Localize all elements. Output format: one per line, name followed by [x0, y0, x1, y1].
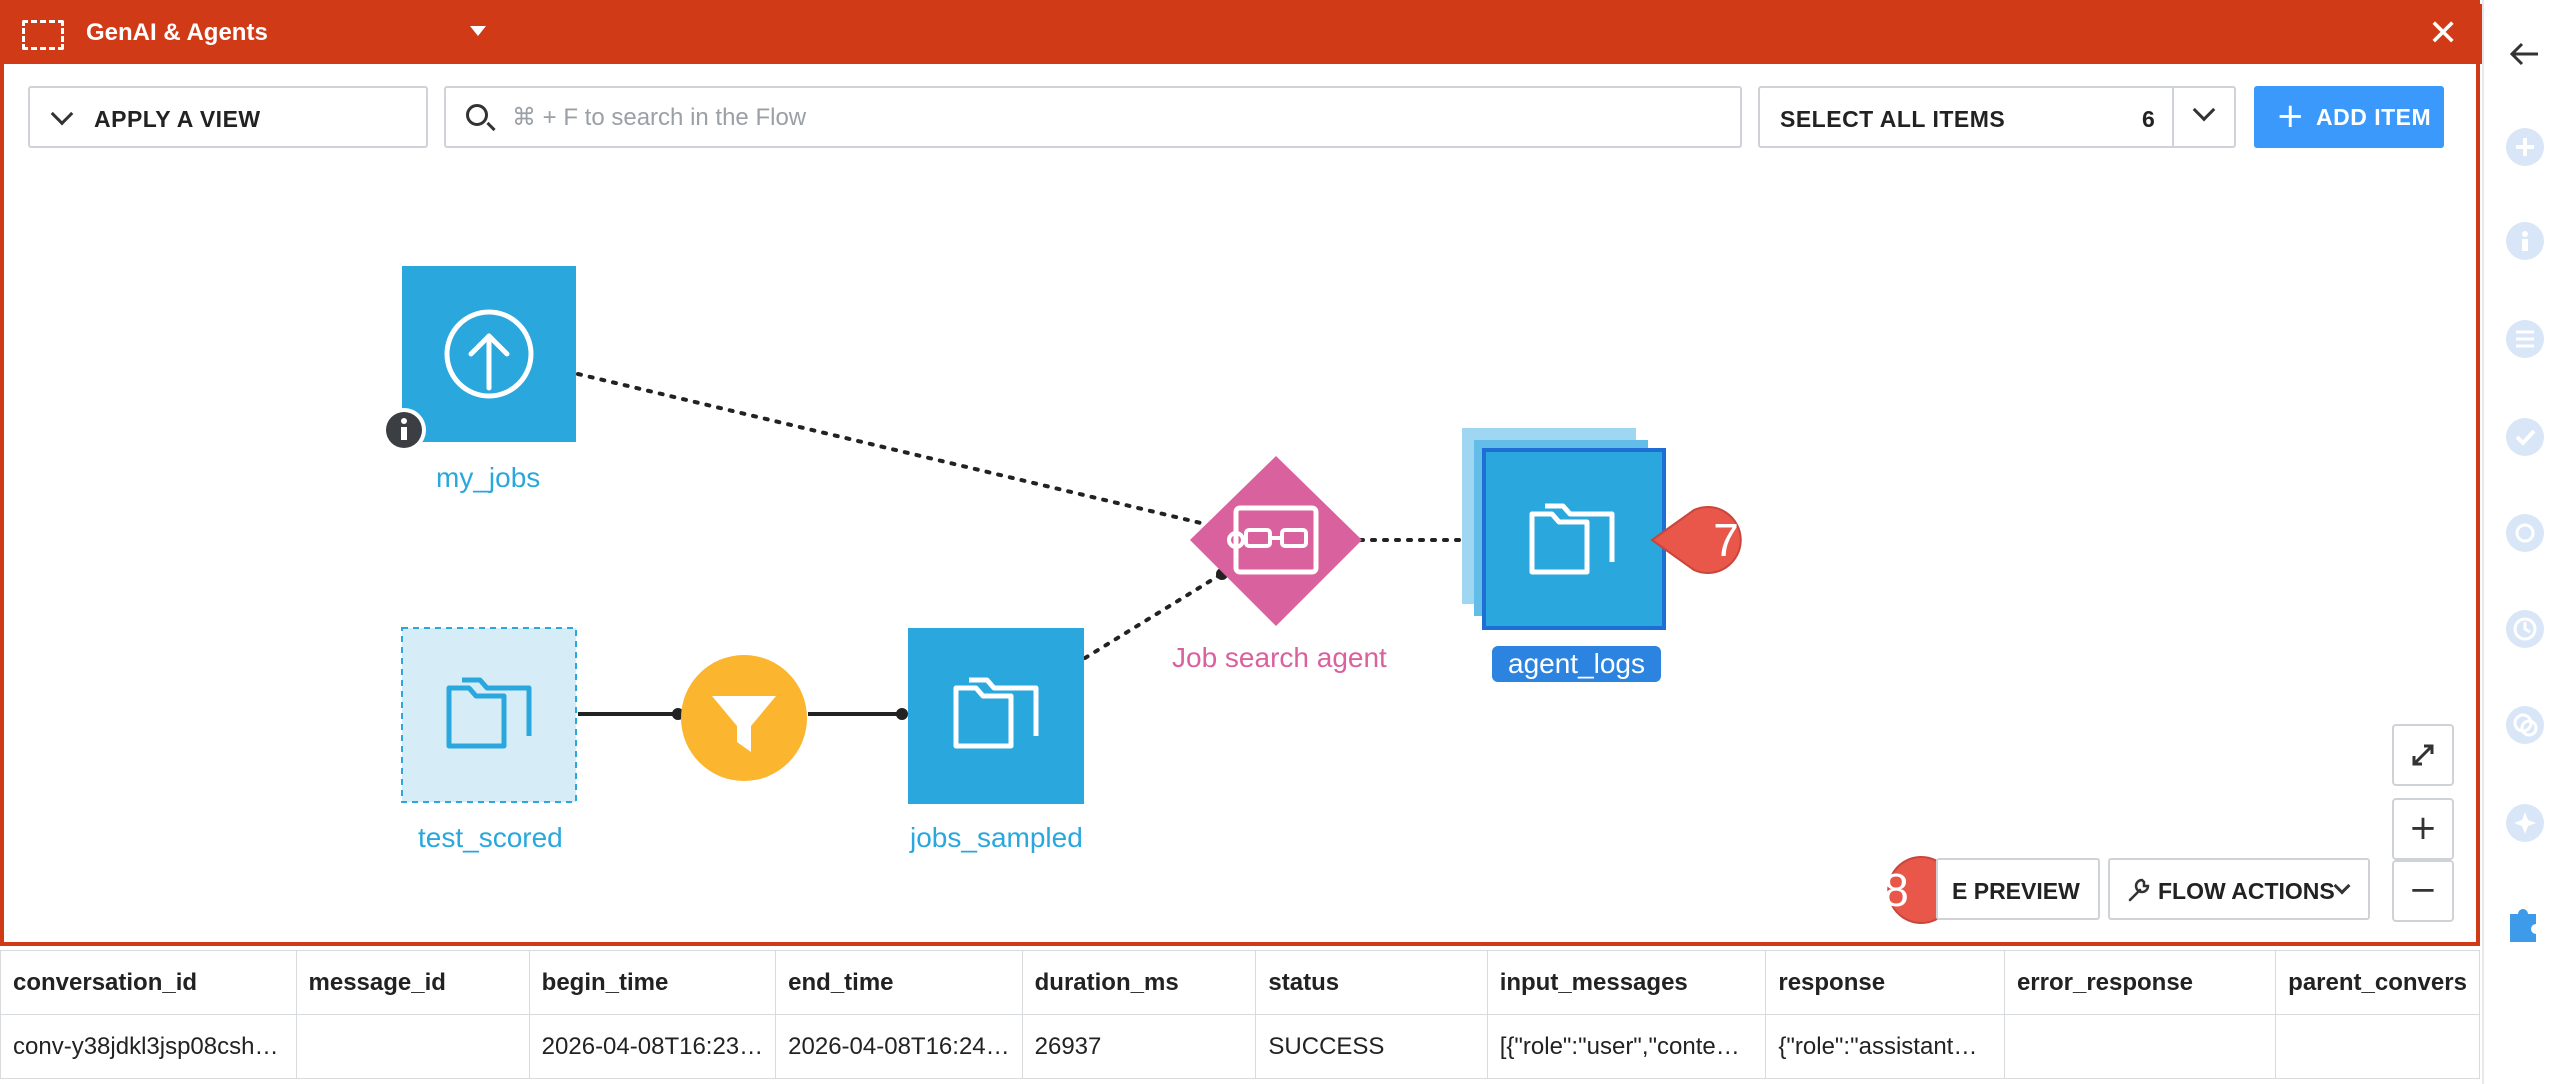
- info-icon[interactable]: [2506, 222, 2544, 260]
- column-header[interactable]: input_messages: [1486, 950, 1767, 1015]
- wrench-icon: [2128, 878, 2150, 902]
- table-cell[interactable]: [2003, 1014, 2277, 1079]
- puzzle-icon[interactable]: [2502, 896, 2550, 944]
- preview-button[interactable]: E PREVIEW: [1936, 858, 2100, 920]
- info-icon[interactable]: [382, 408, 426, 452]
- table-cell[interactable]: conv-y38jdkl3jsp08csh…: [0, 1014, 297, 1079]
- column-header[interactable]: message_id: [295, 950, 530, 1015]
- node-filter-recipe[interactable]: [681, 655, 807, 781]
- minus-icon: −: [2408, 870, 2438, 910]
- schema-icon[interactable]: [2506, 320, 2544, 358]
- node-label-job-search-agent[interactable]: Job search agent: [1172, 642, 1387, 674]
- chevron-down-icon: [2333, 877, 2351, 895]
- node-label-jobs-sampled[interactable]: jobs_sampled: [910, 822, 1083, 854]
- node-agent-logs[interactable]: [1462, 428, 1666, 630]
- node-my-jobs[interactable]: [382, 266, 576, 452]
- table-header-row: conversation_id message_id begin_time en…: [0, 950, 2480, 1015]
- column-header[interactable]: response: [1765, 950, 2005, 1015]
- table-cell[interactable]: 2026-04-08T16:23…: [528, 1014, 777, 1079]
- table-cell[interactable]: {"role":"assistant…: [1765, 1014, 2005, 1079]
- right-rail: [2482, 0, 2560, 1084]
- node-jobs-sampled[interactable]: [908, 628, 1084, 804]
- edge-dot: [896, 708, 908, 720]
- check-icon[interactable]: [2506, 418, 2544, 456]
- flow-actions-button[interactable]: FLOW ACTIONS: [2108, 858, 2370, 920]
- lab-icon[interactable]: [2506, 514, 2544, 552]
- node-label-my-jobs[interactable]: my_jobs: [436, 462, 540, 494]
- node-label-test-scored[interactable]: test_scored: [418, 822, 563, 854]
- table-cell[interactable]: SUCCESS: [1255, 1014, 1488, 1079]
- preview-label: E PREVIEW: [1952, 878, 2080, 904]
- sparkle-icon[interactable]: [2506, 804, 2544, 842]
- flow-graph: 7 8: [382, 266, 1993, 924]
- table-cell[interactable]: 26937: [1021, 1014, 1257, 1079]
- column-header[interactable]: status: [1255, 950, 1488, 1015]
- edge-my-jobs-agent: [576, 372, 1207, 526]
- add-icon[interactable]: [2506, 128, 2544, 166]
- column-header[interactable]: parent_convers: [2275, 950, 2480, 1015]
- column-header[interactable]: end_time: [775, 950, 1023, 1015]
- table-row[interactable]: conv-y38jdkl3jsp08csh… 2026-04-08T16:23……: [0, 1014, 2480, 1079]
- back-arrow-icon[interactable]: [2504, 34, 2544, 74]
- app-root: GenAI & Agents ✕ APPLY A VIEW SELECT ALL…: [0, 0, 2560, 1084]
- node-job-search-agent[interactable]: [1190, 456, 1362, 626]
- node-label-agent-logs[interactable]: agent_logs: [1492, 646, 1662, 682]
- table-cell[interactable]: 2026-04-08T16:24…: [775, 1014, 1023, 1079]
- column-header[interactable]: error_response: [2003, 950, 2277, 1015]
- zoom-out-button[interactable]: −: [2392, 860, 2454, 922]
- table-cell[interactable]: [2275, 1014, 2480, 1079]
- chat-icon[interactable]: [2506, 706, 2544, 744]
- dataset-preview: conversation_id message_id begin_time en…: [0, 950, 2480, 1084]
- preview-table: conversation_id message_id begin_time en…: [0, 950, 2480, 1079]
- table-cell[interactable]: [{"role":"user","conte…: [1486, 1014, 1767, 1079]
- plus-icon: +: [2408, 808, 2438, 848]
- callout-seven-number: 7: [1713, 514, 1739, 566]
- zoom-in-button[interactable]: +: [2392, 798, 2454, 860]
- callout-eight-number: 8: [1883, 864, 1909, 916]
- node-test-scored[interactable]: [401, 627, 577, 803]
- flow-actions-label: FLOW ACTIONS: [2158, 878, 2335, 904]
- column-header[interactable]: duration_ms: [1021, 950, 1257, 1015]
- column-header[interactable]: begin_time: [528, 950, 777, 1015]
- clock-icon[interactable]: [2506, 610, 2544, 648]
- table-cell[interactable]: [295, 1014, 530, 1079]
- expand-icon: [2412, 744, 2434, 766]
- fit-view-button[interactable]: [2392, 724, 2454, 786]
- column-header[interactable]: conversation_id: [0, 950, 297, 1015]
